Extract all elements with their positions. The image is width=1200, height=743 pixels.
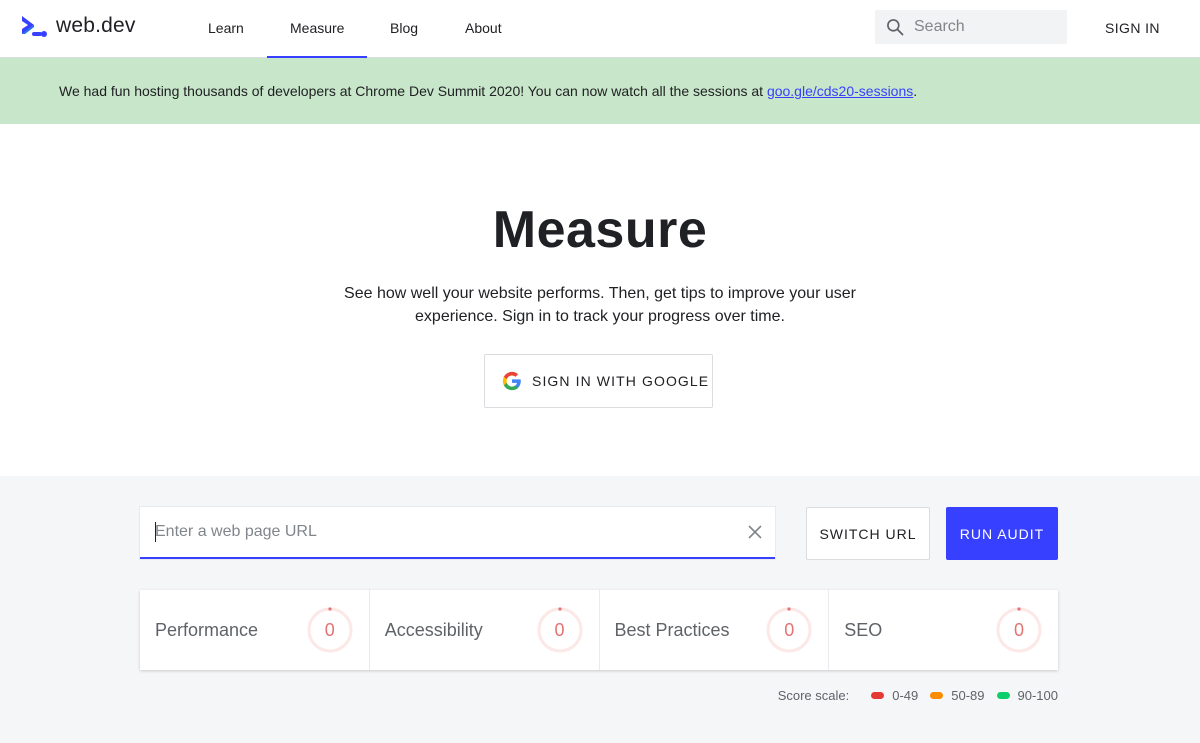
score-seo[interactable]: SEO 0 <box>829 590 1058 670</box>
url-field-container <box>140 507 775 559</box>
search-placeholder: Search <box>914 18 965 35</box>
score-label: Performance <box>155 620 259 640</box>
scale-range: 0-49 <box>892 688 919 703</box>
banner-text: We had fun hosting thousands of develope… <box>59 83 767 99</box>
score-value: 0 <box>554 620 565 640</box>
run-audit-button[interactable]: RUN AUDIT <box>946 507 1058 560</box>
page-description: See how well your website performs. Then… <box>344 285 856 325</box>
score-scale-label: Score scale: <box>777 688 850 703</box>
nav-learn[interactable]: Learn <box>185 0 267 58</box>
text-caret <box>155 522 156 542</box>
score-value: 0 <box>1013 620 1024 640</box>
nav-blog[interactable]: Blog <box>367 0 441 58</box>
scale-item-pass: 90-100 <box>996 688 1058 703</box>
score-label: Best Practices <box>614 620 730 640</box>
score-label: Accessibility <box>384 620 483 640</box>
sign-in-with-google-button[interactable]: SIGN IN WITH GOOGLE <box>484 354 713 408</box>
score-value: 0 <box>324 620 335 640</box>
announcement-banner: We had fun hosting thousands of develope… <box>0 58 1200 124</box>
audit-section: SWITCH URL RUN AUDIT Performance 0 Acces… <box>0 476 1200 743</box>
score-panel: Performance 0 Accessibility 0 Best Pract… <box>140 590 1058 670</box>
score-accessibility[interactable]: Accessibility 0 <box>370 590 600 670</box>
score-best-practices[interactable]: Best Practices 0 <box>600 590 830 670</box>
google-button-label: SIGN IN WITH GOOGLE <box>532 373 710 389</box>
search-icon <box>887 19 904 36</box>
page-title: Measure <box>492 201 708 259</box>
score-label: SEO <box>844 620 883 640</box>
score-value: 0 <box>784 620 795 640</box>
score-scale-legend: Score scale: 0-49 50-89 90-100 <box>778 688 1058 703</box>
average-dot-icon <box>930 692 944 699</box>
logo-text: web.dev <box>56 14 136 37</box>
score-performance[interactable]: Performance 0 <box>140 590 370 670</box>
nav-measure[interactable]: Measure <box>267 0 367 58</box>
scale-range: 90-100 <box>1017 688 1058 703</box>
fail-dot-icon <box>871 692 885 699</box>
switch-url-button[interactable]: SWITCH URL <box>806 507 930 560</box>
pass-dot-icon <box>996 692 1010 699</box>
sign-in-link[interactable]: SIGN IN <box>1091 0 1174 58</box>
url-input[interactable] <box>140 507 730 557</box>
site-logo[interactable]: web.dev <box>20 14 136 38</box>
banner-link[interactable]: goo.gle/cds20-sessions <box>767 83 913 99</box>
google-icon <box>502 371 521 391</box>
scale-item-average: 50-89 <box>930 688 985 703</box>
search-box[interactable]: Search <box>875 10 1067 44</box>
site-header: web.dev Learn Measure Blog About Search … <box>0 0 1200 58</box>
scale-item-fail: 0-49 <box>871 688 918 703</box>
nav-about[interactable]: About <box>442 0 525 58</box>
clear-icon[interactable] <box>746 523 764 541</box>
scale-range: 50-89 <box>951 688 985 703</box>
web-dev-logo-icon <box>22 16 47 37</box>
banner-suffix: . <box>913 83 918 99</box>
